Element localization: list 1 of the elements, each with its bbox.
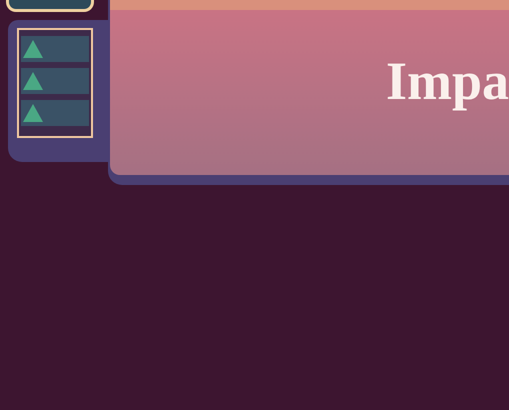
banner-title: Impa — [386, 50, 509, 112]
